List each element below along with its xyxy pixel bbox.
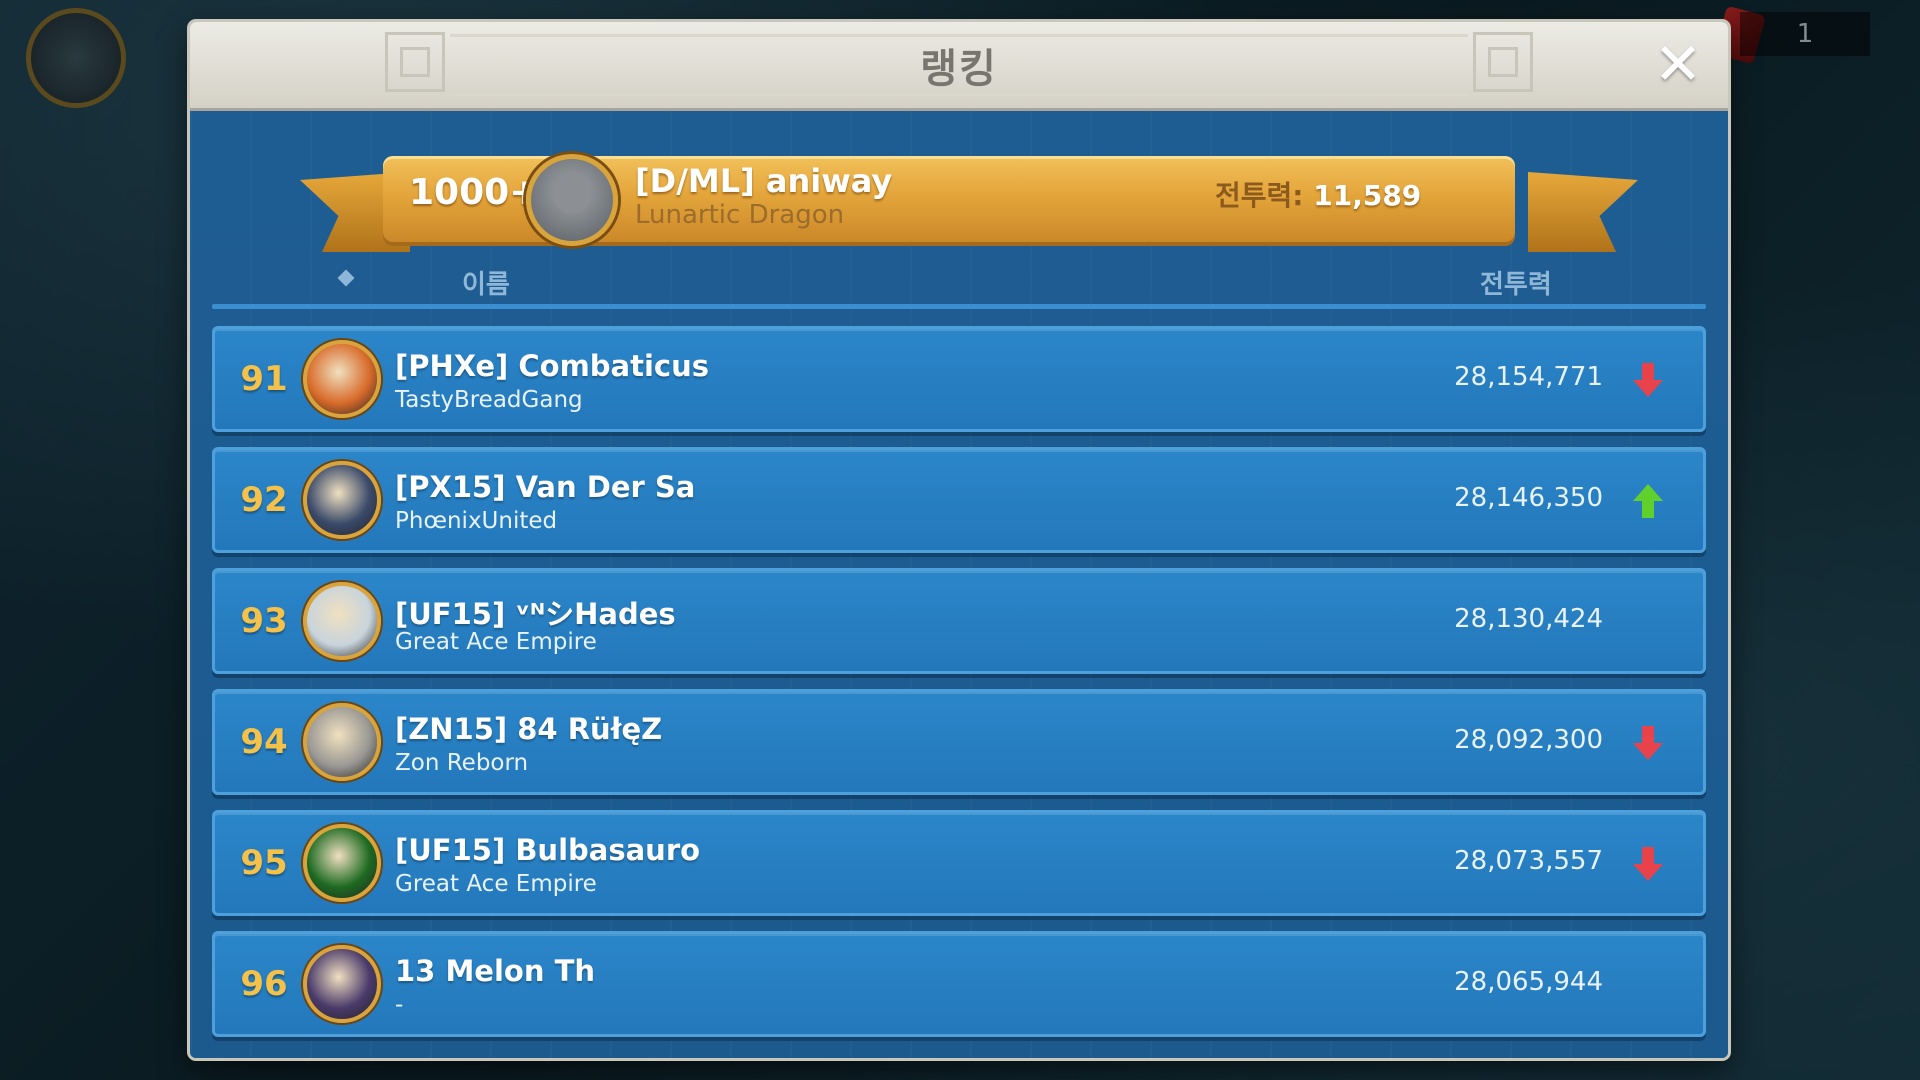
ranking-row[interactable]: 92 [PX15] Van Der Sa PhœnixUnited 28,146… <box>212 447 1706 553</box>
my-player-name: [D/ML] aniway <box>635 162 893 200</box>
trend-arrow-icon <box>1633 363 1663 397</box>
player-power: 28,154,771 <box>1454 362 1603 392</box>
row-rank: 94 <box>240 722 288 762</box>
player-power: 28,146,350 <box>1454 483 1603 513</box>
trend-arrow-icon <box>1633 484 1663 518</box>
player-name: [PX15] Van Der Sa <box>395 470 696 504</box>
trend-arrow-icon <box>1633 605 1663 639</box>
player-name: [ZN15] 84 RüłęZ <box>395 712 663 746</box>
alliance-name: Great Ace Empire <box>395 629 597 655</box>
ranking-list: 91 [PHXe] Combaticus TastyBreadGang 28,1… <box>212 326 1706 1052</box>
alliance-name: TastyBreadGang <box>395 387 583 413</box>
ranking-row[interactable]: 91 [PHXe] Combaticus TastyBreadGang 28,1… <box>212 326 1706 432</box>
my-avatar <box>526 154 618 246</box>
player-name: [UF15] Bulbasauro <box>395 833 701 867</box>
ranking-row[interactable]: 96 13 Melon Th - 28,065,944 <box>212 931 1706 1037</box>
title-bar: 랭킹 ✕ <box>190 22 1728 111</box>
my-power: 전투력: 11,589 <box>1215 174 1421 214</box>
player-power: 28,092,300 <box>1454 725 1603 755</box>
player-avatar[interactable] <box>303 582 381 660</box>
player-name: [UF15] ᵛᴺシHades <box>395 597 676 631</box>
my-power-label: 전투력: <box>1215 179 1304 212</box>
player-power: 28,130,424 <box>1454 604 1603 634</box>
player-avatar[interactable] <box>303 824 381 902</box>
row-rank: 91 <box>240 359 288 399</box>
ranking-row[interactable]: 93 [UF15] ᵛᴺシHades Great Ace Empire 28,1… <box>212 568 1706 674</box>
row-rank: 96 <box>240 964 288 1004</box>
row-rank: 95 <box>240 843 288 883</box>
player-avatar[interactable] <box>303 461 381 539</box>
alliance-name: PhœnixUnited <box>395 508 558 534</box>
player-power: 28,073,557 <box>1454 846 1603 876</box>
hud-counter: 1 <box>1740 12 1870 56</box>
column-header-power: 전투력 <box>1480 270 1552 300</box>
hud-player-avatar <box>26 8 126 108</box>
row-rank: 93 <box>240 601 288 641</box>
window-title: 랭킹 <box>920 46 998 92</box>
column-header-name: 이름 <box>462 270 510 300</box>
player-avatar[interactable] <box>303 703 381 781</box>
my-rank: 1000+ <box>409 172 540 213</box>
alliance-name: - <box>395 992 404 1018</box>
my-alliance-name: Lunartic Dragon <box>635 200 845 230</box>
close-icon: ✕ <box>1653 30 1703 98</box>
ranking-row[interactable]: 94 [ZN15] 84 RüłęZ Zon Reborn 28,092,300 <box>212 689 1706 795</box>
trend-arrow-icon <box>1633 968 1663 1002</box>
trend-arrow-icon <box>1633 726 1663 760</box>
player-avatar[interactable] <box>303 945 381 1023</box>
row-rank: 92 <box>240 480 288 520</box>
ranking-row[interactable]: 95 [UF15] Bulbasauro Great Ace Empire 28… <box>212 810 1706 916</box>
player-name: 13 Melon Th <box>395 954 596 988</box>
close-button[interactable]: ✕ <box>1650 35 1706 93</box>
player-avatar[interactable] <box>303 340 381 418</box>
trend-arrow-icon <box>1633 847 1663 881</box>
my-power-value: 11,589 <box>1313 179 1422 212</box>
player-name: [PHXe] Combaticus <box>395 349 710 383</box>
alliance-name: Zon Reborn <box>395 750 529 776</box>
ranking-panel: 랭킹 ✕ 1000+ [D/ML] aniway Lunartic Dragon… <box>190 22 1728 1058</box>
player-power: 28,065,944 <box>1454 967 1603 997</box>
alliance-name: Great Ace Empire <box>395 871 597 897</box>
header-divider <box>212 304 1706 309</box>
